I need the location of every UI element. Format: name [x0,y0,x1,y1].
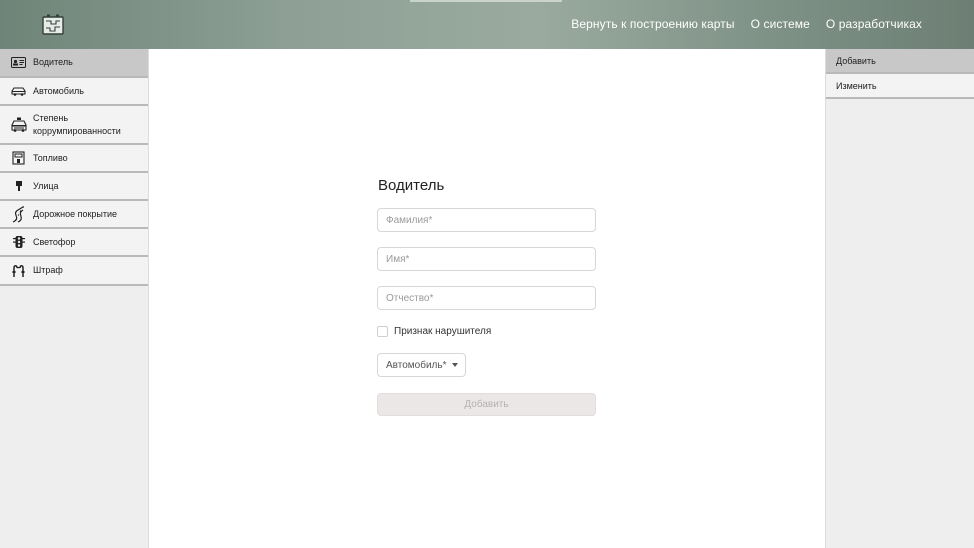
sidebar-item-label: Топливо [33,152,68,163]
sidebar-item-fuel[interactable]: Топливо [0,145,148,173]
sidebar-item-car[interactable]: Автомобиль [0,78,148,106]
road-icon [10,205,27,223]
first-name-input[interactable] [377,247,596,271]
top-navigation: Вернуть к построению карты О системе О р… [571,17,922,31]
patronymic-input[interactable] [377,286,596,310]
action-edit[interactable]: Изменить [826,74,974,99]
handcuffs-icon [10,262,27,279]
violator-checkbox[interactable] [377,326,388,337]
sidebar-item-label: Светофор [33,236,76,247]
sidebar-item-label: Штраф [33,265,63,275]
sidebar-item-label: Дорожное покрытие [33,208,118,219]
fuel-icon [10,150,27,167]
street-sign-icon [10,178,27,195]
sidebar-item-fine[interactable]: Штраф [0,257,148,286]
driver-license-icon [10,54,27,71]
sidebar-item-driver[interactable]: Водитель [0,49,148,78]
header-tab-indicator [410,0,562,2]
add-button[interactable]: Добавить [377,393,596,416]
action-add[interactable]: Добавить [826,49,974,74]
violator-checkbox-label[interactable]: Признак нарушителя [394,326,491,337]
car-icon [10,83,27,100]
traffic-light-icon [10,234,27,251]
entity-sidebar: Водитель Автомобиль Степень коррумпирова… [0,49,149,548]
car-select[interactable]: Автомобиль* [377,353,466,377]
nav-about-developers[interactable]: О разработчиках [826,17,922,31]
last-name-input[interactable] [377,208,596,232]
top-bar: Вернуть к построению карты О системе О р… [0,0,974,49]
police-car-icon [10,116,27,133]
nav-about-system[interactable]: О системе [751,17,810,31]
action-sidebar: Добавить Изменить [825,49,974,548]
nav-back-to-map[interactable]: Вернуть к построению карты [571,17,734,31]
car-select-label: Автомобиль* [386,359,447,371]
driver-form: Водитель Признак нарушителя Автомобиль* … [377,176,597,416]
sidebar-item-road-surface[interactable]: Дорожное покрытие [0,201,148,229]
sidebar-item-label: Улица [33,180,59,191]
sidebar-item-label: Степень коррумпированности [33,112,121,136]
violator-row: Признак нарушителя [377,326,597,337]
form-title: Водитель [378,177,445,194]
sidebar-item-street[interactable]: Улица [0,173,148,201]
sidebar-item-label: Водитель [33,57,73,67]
sidebar-item-traffic-light[interactable]: Светофор [0,229,148,257]
sidebar-item-label: Автомобиль [33,85,84,96]
sidebar-item-corruption[interactable]: Степень коррумпированности [0,106,148,145]
map-board-icon[interactable] [41,13,65,37]
chevron-down-icon [452,363,459,367]
